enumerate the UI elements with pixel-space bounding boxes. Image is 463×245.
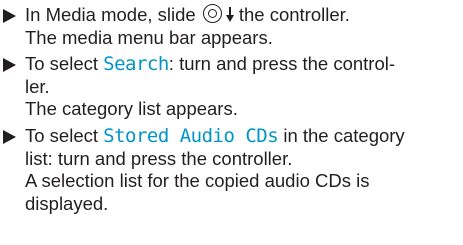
step-1-action: In Media mode, slide the controller. — [25, 4, 463, 27]
step-1-action-text-b: the controller. — [238, 4, 350, 25]
step-1-result: The media menu bar appears. — [25, 26, 273, 48]
triangle-bullet-icon — [3, 129, 16, 144]
step-2-action-line-1: To select Search: turn and press the con… — [25, 53, 463, 76]
step-3-action-line-2: list: turn and press the controller. — [25, 147, 293, 169]
triangle-bullet-icon — [3, 9, 16, 23]
step-3-result-line-2: displayed. — [25, 192, 109, 214]
instruction-step-1: In Media mode, slide the controller. The… — [0, 4, 463, 49]
menu-term-stored-audio-cds: Stored Audio CDs — [103, 124, 279, 147]
instruction-step-2: To select Search: turn and press the con… — [0, 53, 463, 121]
step-2-action-line-2: ler. — [25, 75, 50, 97]
menu-term-search: Search — [103, 53, 169, 76]
step-2-result: The category list appears. — [25, 98, 238, 120]
instruction-list: In Media mode, slide the controller. The… — [0, 4, 463, 215]
step-3-action-text-a: To select — [25, 124, 99, 146]
step-2-action-text-a: To select — [25, 53, 99, 75]
slide-down-arrow-icon — [225, 7, 235, 23]
step-3-action-text-b: in the category — [283, 124, 405, 146]
step-3-action-line-1: To select Stored Audio CDs in the catego… — [25, 125, 463, 148]
triangle-bullet-icon — [3, 58, 16, 73]
step-1-action-text-a: In Media mode, slide — [25, 4, 196, 25]
controller-knob-icon — [202, 4, 224, 25]
step-3-result-line-1: A selection list for the copied audio CD… — [25, 170, 370, 192]
step-2-action-text-b: : turn and press the control- — [168, 53, 396, 75]
instruction-step-3: To select Stored Audio CDs in the catego… — [0, 125, 463, 215]
